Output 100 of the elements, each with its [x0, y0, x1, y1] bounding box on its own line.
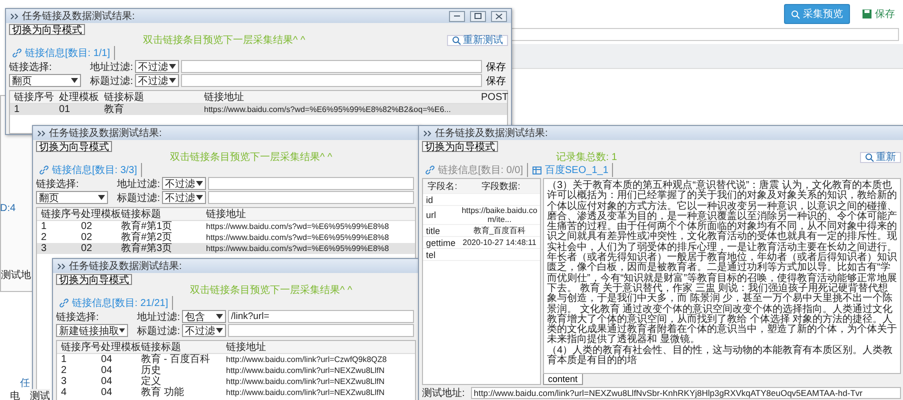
column-header[interactable]: 链接标题 [100, 92, 200, 102]
table-cell-text: 教育_百度百科 [472, 225, 527, 236]
mode-button[interactable]: 切换为向导模式 [36, 141, 112, 152]
table-cell-text: http://www.baidu.com/link?url=CzwfQ9k8QZ8 [225, 354, 388, 365]
search-icon [865, 153, 874, 162]
partial-text: 任 [20, 377, 30, 390]
table-cell-text: 2020-10-27 14:48:11 [462, 238, 538, 247]
field-label: 标题过滤: [116, 192, 160, 204]
dropdown[interactable]: 不过滤 [162, 191, 206, 204]
mode-button[interactable]: 切换为向导模式 [422, 141, 498, 152]
dropdown[interactable]: 不过滤 [162, 177, 206, 190]
table-cell-text: tel [425, 250, 437, 260]
column-header[interactable]: 处理模板 [55, 92, 100, 102]
table-cell-text: 教育#第3页 [120, 243, 174, 254]
partial-text: D:4 [0, 203, 16, 214]
caret-icon [196, 195, 203, 200]
table-cell-text: 历史 [140, 365, 162, 376]
table-row[interactable]: 3 04 定义 http://www.baidu.com/link?url=NEXZwu8LlfN [57, 376, 415, 387]
column-header[interactable]: 链接地址 [222, 342, 415, 352]
minimize-icon[interactable] [449, 10, 465, 22]
table-row[interactable]: 1 04 教育 - 百度百科 http://www.baidu.com/link?url=CzwfQ9k8QZ8 [57, 354, 415, 365]
field-label: 测试地址: [422, 386, 465, 400]
table-cell-text: 02 [80, 221, 94, 232]
field-label: 标题过滤: [89, 74, 133, 88]
table-cell-text: 教育 - 百度百科 [140, 354, 211, 365]
dropdown[interactable]: 不过滤 [182, 324, 226, 337]
link-icon [12, 48, 22, 58]
table-cell-text: 教育 功能 [140, 387, 185, 398]
table-cell-text: http://www.baidu.com/link?url=NEXZwu8LlfN [225, 387, 386, 398]
table-cell-text: 1 [13, 104, 21, 115]
caret-icon [196, 181, 203, 186]
column-header[interactable]: 链接地址 [202, 208, 415, 220]
dropdown[interactable]: 包含 [182, 310, 226, 323]
table-cell-text: id [425, 194, 434, 204]
url-field[interactable]: http://www.baidu.com/link?url=NEXZwu8LlfNvSbr-KnhRKYj8Hlp3gRXVkqATY8euOqv5EAMTAA-hd-Tvr [470, 387, 901, 399]
table-cell-text: 1 [60, 354, 68, 365]
input-field[interactable] [181, 74, 482, 87]
table-cell-text: 2 [60, 365, 68, 376]
search-icon [452, 36, 461, 45]
dropdown[interactable]: 不过滤 [135, 60, 179, 73]
content-tab[interactable]: content [543, 374, 583, 385]
table-row[interactable]: 2 04 历史 http://www.baidu.com/link?url=NEXZwu8LlfN [57, 365, 415, 376]
close-icon[interactable] [491, 10, 507, 22]
input-field[interactable] [208, 191, 414, 204]
maximize-icon[interactable] [470, 10, 486, 22]
retest-button[interactable]: 重新测试 [447, 35, 508, 46]
table-cell-text: 01 [58, 104, 72, 115]
mode-button[interactable]: 切换为向导模式 [56, 274, 132, 285]
partial-text: 测试地 [1, 268, 31, 282]
column-header[interactable]: POST [477, 92, 507, 102]
retest-button[interactable]: 重新 [860, 152, 901, 163]
mode-button[interactable]: 切换为向导模式 [9, 24, 85, 35]
table-cell-text: 2 [40, 232, 48, 243]
table-row[interactable]: 4 04 教育 功能 http://www.baidu.com/link?url=NEXZwu8LlfN [57, 387, 415, 398]
field-label: 地址过滤: [116, 178, 160, 190]
link-icon [39, 165, 49, 175]
window-title: 任务链接及数据测试结果: [435, 126, 549, 140]
table-cell-text: https://www.baidu.com/s?wd=%E6%95%99%E8%82%B2&oq=%E6... [203, 104, 452, 115]
table-cell-text: 教育 [103, 104, 125, 115]
window-icon [10, 12, 19, 20]
table-cell-text: 04 [100, 387, 114, 398]
input-field[interactable] [208, 177, 414, 190]
column-header[interactable]: 链接序号 [10, 92, 55, 102]
hint-text: 双击链接条目预览下一层采集结果^ ^ [189, 285, 354, 296]
save-button[interactable]: 保存 [484, 60, 508, 74]
table-cell-text: https://www.baidu.com/s?wd=%E6%95%99%E8%8 [205, 221, 390, 232]
dropdown[interactable]: 翻页 [9, 74, 81, 87]
table-row[interactable]: 1 02 教育#第1页 https://www.baidu.com/s?wd=%E6%95%99%E8%8 [37, 221, 415, 232]
window-title: 任务链接及数据测试结果: [69, 260, 183, 273]
caret-icon [119, 328, 125, 333]
table-cell-text: gettime [425, 238, 457, 248]
paragraph: （4）人类的教育有社会性、目的性，这与动物的本能教育有本质区别。人类教育本质是有目的的培 [547, 346, 894, 366]
caret-icon [169, 64, 176, 69]
field-label: 链接选择: [36, 178, 80, 190]
paragraph: （3）关于教育本质的第五种观点“意识替代说”：唐震 认为，文化教育的本质也许可以概括为：用们已经掌握了的关于我们的对象及对象关系的知识，教给新的个体以应付对象的方式方法。它以一种识改变另一种意识，以意识之间的碰撞、磨合、渗透及变革为目的，是一种意识覆盖以至消除另一种识的、令个体可能产生痛苦的过程。由于任何两个个体所面临的对象均有不同，从不同对象中得来的识之间就具有差异性或冲突性，文化教育活动的受体也就具有一定的排斥性。现实社会中，人们为了弱受体的排斥心理，一是让教育活动主要在长幼之间进行。年长者（或者先得知识者）一般居于教育地位，年幼者（或者后得知识者）知识匮乏，像个白板，因而是被教育者。二是通过功利等方式加以导。比如古有“学而优则仕”，今有“知识就是财富”等教育目标的召唤，使得教育活动能够正常地展下去。 教育 关于意识替代，作家 三盅 则说：我们强迫孩子用死记硬背替代想象与创造，于是我们中天多，而 陈景润 少，甚至一万个易中天里挑不出一个陈景润。 文化教育 通过改变个体的意识空间改变个体的选择指向。人类通过文化教育增大了个体的意识空间，从而找到了教给 个体选择 对象的方法的捷径。人类的文化成果通过教育者附着在个体的意识当中，塑造了新的个体，为个体关于未来指向提供了透视器和 显微镜。 [547, 181, 897, 346]
table-icon [532, 165, 542, 175]
dropdown[interactable]: 翻页 [36, 191, 108, 204]
table-cell-text: 定义 [140, 376, 162, 387]
field-label: 链接选择: [9, 60, 53, 74]
table-cell-text: 教育#第1页 [120, 221, 174, 232]
input-field[interactable] [228, 324, 414, 337]
dropdown[interactable]: 不过滤 [135, 74, 179, 87]
input-field[interactable] [181, 60, 482, 73]
input-field[interactable]: /link?url= [228, 310, 414, 323]
column-header[interactable]: 链接地址 [200, 92, 477, 102]
save-button[interactable]: 保存 [484, 74, 508, 88]
table-row[interactable]: 2 02 教育#第2页 https://www.baidu.com/s?wd=%E6%95%99%E8%8 [37, 232, 415, 243]
table-row[interactable]: 1 01 教育 https://www.baidu.com/s?wd=%E6%95%99%E8%82%B2&oq=%E6... [10, 104, 507, 115]
dropdown[interactable]: 新建链接抽取 [56, 324, 128, 337]
table-cell-text: url [425, 210, 438, 220]
table-cell-text: http://www.baidu.com/link?url=NEXZwu8LlfN [225, 376, 386, 387]
table-cell-text: 04 [100, 354, 114, 365]
toolbar-button[interactable]: 保存 [860, 4, 897, 24]
table-row[interactable]: 3 02 教育#第3页 https://www.baidu.com/s?wd=%E6%95%99%E8%8 [37, 243, 415, 254]
link-icon [425, 165, 435, 175]
caret-icon [169, 78, 176, 83]
caret-icon [216, 314, 223, 319]
caret-icon [71, 78, 78, 83]
table-cell-text: 3 [60, 376, 68, 387]
field-label: 链接选择: [56, 310, 100, 324]
